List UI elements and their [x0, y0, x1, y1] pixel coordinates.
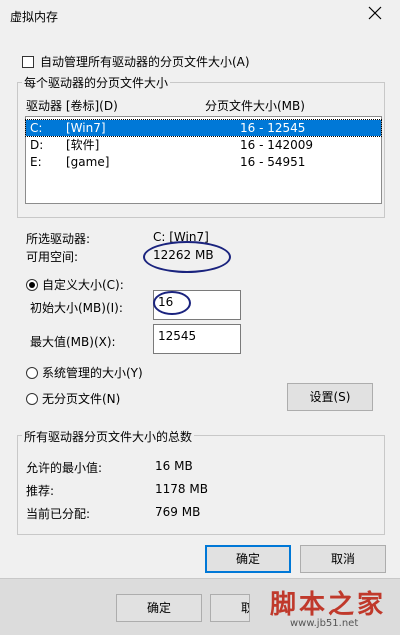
list-item[interactable]: D: [软件] 16 - 142009: [26, 137, 381, 153]
window-title: 虚拟内存: [10, 10, 59, 24]
drive-size: 16 - 142009: [240, 138, 314, 152]
checkbox-box[interactable]: [22, 55, 34, 68]
free-space-label: 可用空间:: [26, 250, 79, 264]
watermark-url: www.jb51.net: [290, 618, 359, 629]
ok-button[interactable]: 确定: [205, 545, 291, 573]
system-managed-label: 系统管理的大小(Y): [42, 366, 143, 380]
cancel-button[interactable]: 取消: [300, 545, 386, 573]
col-drive-header: 驱动器 [卷标](D): [26, 99, 118, 113]
totals-group-label: 所有驱动器分页文件大小的总数: [22, 428, 195, 445]
selected-drive-label: 所选驱动器:: [26, 232, 91, 246]
recommended-value: 1178 MB: [155, 482, 208, 496]
drives-group-label: 每个驱动器的分页文件大小: [22, 74, 171, 91]
drive-size: 16 - 12545: [240, 121, 306, 135]
annotation-circle: [143, 241, 231, 273]
set-button[interactable]: 设置(S): [287, 383, 373, 411]
max-size-value: 12545: [158, 329, 197, 343]
drive-label: [软件]: [66, 138, 100, 152]
recommended-label: 推荐:: [26, 484, 55, 498]
drive-label: [Win7]: [66, 121, 106, 135]
min-label: 允许的最小值:: [26, 461, 103, 475]
col-size-header: 分页文件大小(MB): [205, 99, 305, 113]
max-size-label: 最大值(MB)(X):: [30, 335, 116, 349]
drive-size: 16 - 54951: [240, 155, 306, 169]
custom-size-radio[interactable]: 自定义大小(C):: [26, 276, 124, 293]
auto-manage-checkbox[interactable]: 自动管理所有驱动器的分页文件大小(A): [22, 53, 250, 70]
drive-letter: C:: [30, 121, 43, 135]
background-ok-button[interactable]: 确定: [116, 594, 202, 622]
drive-letter: E:: [30, 155, 42, 169]
auto-manage-label: 自动管理所有驱动器的分页文件大小(A): [40, 55, 250, 69]
radio-dot[interactable]: [26, 278, 38, 291]
no-paging-label: 无分页文件(N): [42, 392, 121, 406]
system-managed-radio[interactable]: 系统管理的大小(Y): [26, 364, 143, 381]
max-size-input[interactable]: 12545: [153, 324, 241, 354]
drive-letter: D:: [30, 138, 44, 152]
drive-list[interactable]: C: [Win7] 16 - 12545 D: [软件] 16 - 142009…: [25, 116, 382, 204]
custom-size-label: 自定义大小(C):: [42, 278, 124, 292]
background-cancel-button[interactable]: 取: [210, 594, 250, 622]
radio-dot[interactable]: [26, 366, 38, 379]
list-item[interactable]: E: [game] 16 - 54951: [26, 154, 381, 170]
list-item[interactable]: C: [Win7] 16 - 12545: [25, 119, 382, 137]
current-value: 769 MB: [155, 505, 201, 519]
current-label: 当前已分配:: [26, 507, 91, 521]
annotation-circle: [153, 291, 191, 315]
watermark-logo: 脚本之家: [270, 590, 387, 620]
close-icon[interactable]: [368, 6, 382, 20]
drive-label: [game]: [66, 155, 110, 169]
initial-size-label: 初始大小(MB)(I):: [30, 301, 123, 315]
min-value: 16 MB: [155, 459, 193, 473]
radio-dot[interactable]: [26, 392, 38, 405]
no-paging-radio[interactable]: 无分页文件(N): [26, 390, 120, 407]
